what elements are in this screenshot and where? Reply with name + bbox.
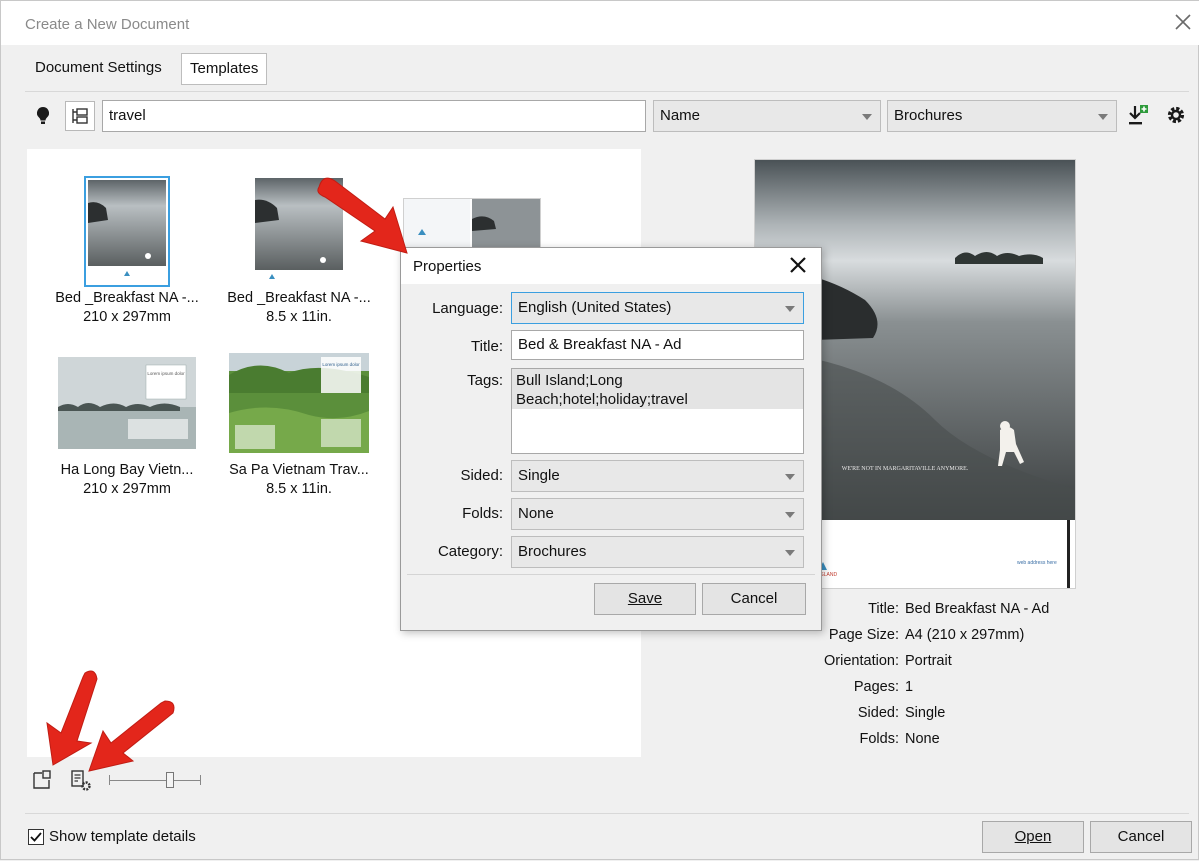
checkmark-icon <box>30 832 42 842</box>
properties-dialog: Properties Language: English (United Sta… <box>400 247 822 631</box>
sided-value: Single <box>518 467 560 484</box>
show-details-checkbox[interactable] <box>28 829 44 845</box>
detail-value: 1 <box>905 679 914 695</box>
detail-value: Portrait <box>905 653 952 669</box>
template-thumbnail-selected[interactable] <box>84 176 170 287</box>
dialog-close-icon[interactable] <box>787 254 809 276</box>
sort-dropdown-value: Name <box>660 107 701 124</box>
gear-icon[interactable] <box>1164 103 1188 127</box>
cancel-button[interactable]: Cancel <box>1090 821 1192 853</box>
sided-dropdown[interactable]: Single <box>511 460 804 492</box>
chevron-down-icon <box>862 114 872 120</box>
window-close-icon[interactable] <box>1171 10 1195 34</box>
slider-track <box>109 780 201 781</box>
title-label: Title: <box>471 338 503 355</box>
category-filter-value: Brochures <box>894 107 963 124</box>
language-value: English (United States) <box>518 299 672 316</box>
tags-label: Tags: <box>467 372 503 389</box>
preview-web-address: web address here <box>1017 560 1057 566</box>
template-thumbnail[interactable]: Lorem ipsum dolor <box>58 357 196 449</box>
template-size: 8.5 x 11in. <box>266 481 332 497</box>
category-dropdown[interactable]: Brochures <box>511 536 804 568</box>
template-size: 8.5 x 11in. <box>266 309 332 325</box>
dialog-divider <box>407 574 815 575</box>
lorem-text: Lorem ipsum dolor <box>322 362 360 367</box>
detail-label: Pages: <box>853 679 899 695</box>
detail-label: Folds: <box>859 731 900 747</box>
tab-templates[interactable]: Templates <box>181 53 268 85</box>
detail-label: Orientation: <box>824 653 899 669</box>
slider-tick <box>200 775 201 785</box>
folds-value: None <box>518 505 554 522</box>
folds-dropdown[interactable]: None <box>511 498 804 530</box>
sort-dropdown[interactable]: Name <box>653 100 881 132</box>
chevron-down-icon <box>785 512 795 518</box>
save-button[interactable]: Save <box>594 583 696 615</box>
detail-value: None <box>905 731 940 747</box>
template-thumbnail[interactable] <box>403 198 541 250</box>
template-thumbnail[interactable] <box>255 178 343 287</box>
brochure-image <box>404 199 540 249</box>
category-filter-dropdown[interactable]: Brochures <box>887 100 1117 132</box>
lightbulb-icon[interactable] <box>31 104 55 128</box>
create-document-window: Create a New Document Document Settings … <box>0 0 1199 860</box>
folds-label: Folds: <box>462 505 503 522</box>
footer-divider <box>25 813 1189 814</box>
category-value: Brochures <box>518 543 587 560</box>
template-name: Ha Long Bay Vietn... <box>60 462 194 478</box>
template-properties-icon[interactable] <box>31 769 53 791</box>
template-thumbnail[interactable]: Lorem ipsum dolor <box>229 353 369 453</box>
search-input[interactable]: travel <box>102 100 646 132</box>
tags-textarea[interactable]: Bull Island;Long Beach;hotel;holiday;tra… <box>511 368 804 454</box>
language-dropdown[interactable]: English (United States) <box>511 292 804 324</box>
detail-value: A4 (210 x 297mm) <box>905 627 1025 643</box>
category-label: Category: <box>437 543 503 560</box>
dialog-cancel-button[interactable]: Cancel <box>702 583 806 615</box>
tags-value: Bull Island;Long Beach;hotel;holiday;tra… <box>516 372 688 408</box>
folder-tree-icon <box>72 108 88 124</box>
title-input[interactable]: Bed & Breakfast NA - Ad <box>511 330 804 360</box>
language-label: Language: <box>432 300 503 317</box>
tabs-divider <box>25 91 1189 92</box>
open-button-label: Open <box>1014 828 1052 845</box>
beach-image <box>88 180 166 276</box>
chevron-down-icon <box>785 306 795 312</box>
folder-tree-button[interactable] <box>65 101 95 131</box>
open-button[interactable]: Open <box>982 821 1084 853</box>
save-button-label: Save <box>627 590 663 607</box>
preview-tagline: WE'RE NOT IN MARGARITAVILLE ANYMORE. <box>842 466 969 472</box>
template-name: Bed _Breakfast NA -... <box>55 290 199 306</box>
chevron-down-icon <box>1098 114 1108 120</box>
beach-image <box>255 178 343 279</box>
template-name: Bed _Breakfast NA -... <box>227 290 371 306</box>
detail-value: Single <box>905 705 946 721</box>
rice-terrace-image: Lorem ipsum dolor <box>229 353 369 453</box>
chevron-down-icon <box>785 550 795 556</box>
show-details-label: Show template details <box>49 828 196 845</box>
detail-label: Sided: <box>857 705 899 721</box>
template-name: Sa Pa Vietnam Trav... <box>229 462 369 478</box>
tab-document-settings[interactable]: Document Settings <box>27 53 170 83</box>
template-size: 210 x 297mm <box>83 309 171 325</box>
detail-value: Bed Breakfast NA - Ad <box>905 601 1050 617</box>
download-add-icon[interactable] <box>1125 103 1149 127</box>
slider-thumb[interactable] <box>166 772 174 788</box>
sided-label: Sided: <box>460 467 503 484</box>
chevron-down-icon <box>785 474 795 480</box>
window-title: Create a New Document <box>25 16 190 33</box>
template-size: 210 x 297mm <box>83 481 171 497</box>
lorem-text: Lorem ipsum dolor <box>147 371 185 376</box>
thumbnail-size-slider[interactable] <box>109 772 201 788</box>
bay-image: Lorem ipsum dolor <box>58 357 196 449</box>
template-settings-icon[interactable] <box>69 768 93 792</box>
dialog-title: Properties <box>413 258 482 275</box>
